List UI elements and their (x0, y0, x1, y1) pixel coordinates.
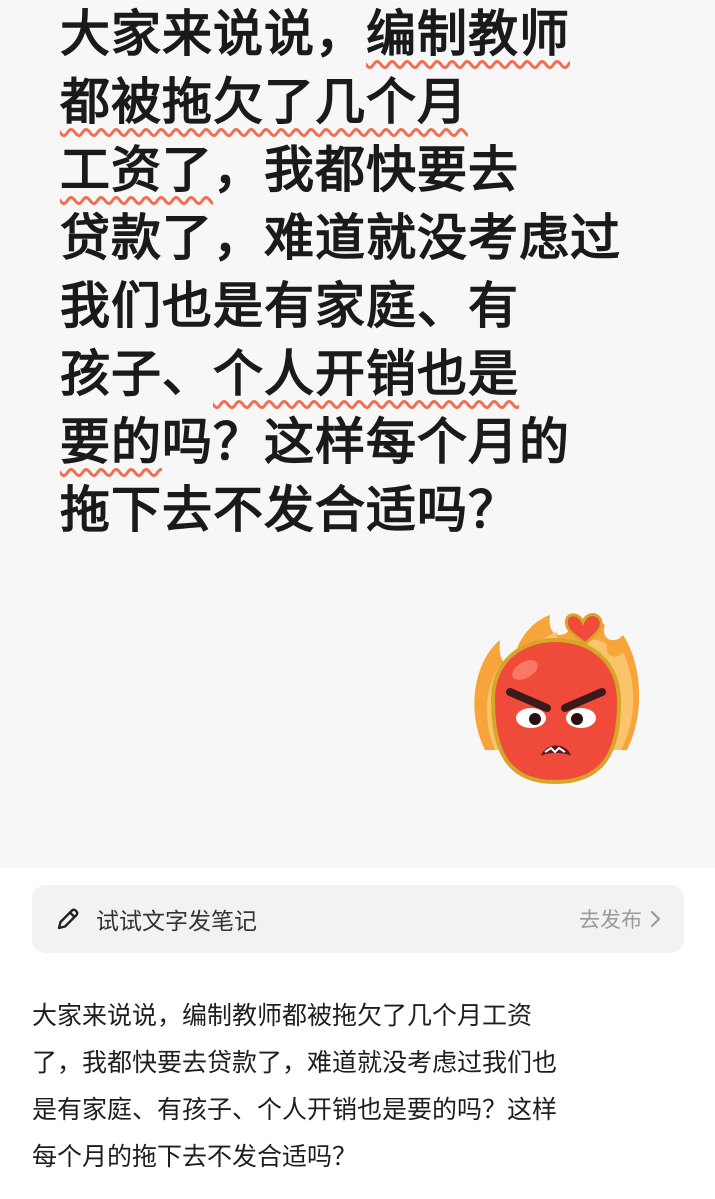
text-poster-image: 大家来说说，编制教师 都被拖欠了几个月 工资了，我都快要去 贷款了，难道就没考虑… (0, 0, 715, 868)
try-text-note-bar[interactable]: 试试文字发笔记 去发布 (32, 885, 684, 953)
headline-line: 孩子、个人开销也是 (60, 340, 700, 408)
headline-highlight: 工资了 (60, 141, 213, 199)
headline-line: 都被拖欠了几个月 (60, 68, 700, 136)
publish-button[interactable]: 去发布 (579, 904, 662, 934)
poster-headline: 大家来说说，编制教师 都被拖欠了几个月 工资了，我都快要去 贷款了，难道就没考虑… (60, 0, 700, 544)
headline-text: 大家来说说， (60, 5, 366, 63)
body-line: 是有家庭、有孩子、个人开销也是要的吗？这样 (32, 1095, 558, 1124)
headline-text: 吗？这样每个月的 (162, 413, 570, 471)
headline-highlight: 个人开销也是 (213, 345, 519, 403)
composer-prompt[interactable]: 试试文字发笔记 (96, 902, 579, 936)
headline-highlight: 要的 (60, 413, 162, 471)
body-line: 大家来说说，编制教师都被拖欠了几个月工资 (32, 1001, 533, 1030)
headline-highlight: 都被拖欠了几个月 (60, 73, 468, 131)
headline-highlight: 编制教师 (366, 5, 570, 63)
pencil-icon (54, 905, 82, 933)
angry-face-emoji (455, 600, 655, 800)
headline-line: 要的吗？这样每个月的 (60, 408, 700, 476)
headline-text: 孩子、 (60, 345, 213, 403)
headline-text: 贷款了，难道就没考虑过 (60, 209, 621, 267)
headline-line: 贷款了，难道就没考虑过 (60, 204, 700, 272)
headline-line: 拖下去不发合适吗？ (60, 476, 700, 544)
headline-line: 大家来说说，编制教师 (60, 0, 700, 68)
publish-label: 去发布 (579, 908, 642, 932)
chevron-right-icon (650, 910, 662, 928)
headline-text: 拖下去不发合适吗？ (60, 481, 519, 539)
headline-line: 工资了，我都快要去 (60, 136, 700, 204)
angry-face-icon (474, 613, 640, 785)
headline-text: 我们也是有家庭、有 (60, 277, 519, 335)
body-line: 了，我都快要去贷款了，难道就没考虑过我们也 (32, 1048, 558, 1077)
body-line: 每个月的拖下去不发合适吗？ (32, 1142, 358, 1171)
headline-line: 我们也是有家庭、有 (60, 272, 700, 340)
headline-text: ，我都快要去 (213, 141, 519, 199)
post-body-text: 大家来说说，编制教师都被拖欠了几个月工资 了，我都快要去贷款了，难道就没考虑过我… (32, 992, 687, 1180)
